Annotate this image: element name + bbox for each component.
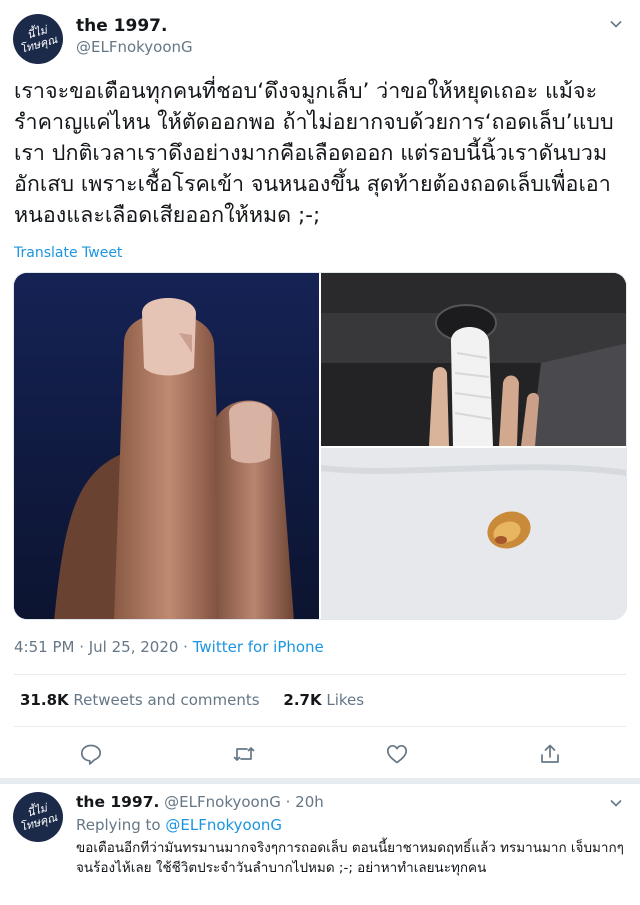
nail-photo-drawing bbox=[321, 448, 626, 619]
retweets-count: 31.8K bbox=[20, 691, 69, 709]
tweet-timestamp: 4:51 PM · Jul 25, 2020 · Twitter for iPh… bbox=[14, 638, 324, 656]
display-name[interactable]: the 1997. bbox=[76, 16, 167, 36]
likes-count: 2.7K bbox=[283, 691, 322, 709]
replying-to: Replying to @ELFnokyoonG bbox=[76, 816, 282, 834]
thumb-photo-drawing bbox=[14, 273, 319, 619]
like-icon[interactable] bbox=[385, 742, 409, 766]
likes-label: Likes bbox=[326, 691, 365, 709]
tweet-text: เราจะขอเตือนทุกคนที่ชอบ‘ดึงจมูกเล็บ’ ว่า… bbox=[14, 79, 614, 228]
avatar[interactable]: นี้ไม่ โทษคุณ bbox=[13, 14, 63, 64]
action-bar bbox=[0, 742, 640, 768]
reply-avatar[interactable]: นี้ไม่ โทษคุณ bbox=[13, 792, 63, 842]
reply-icon[interactable] bbox=[79, 742, 103, 766]
reply-text: ขอเตือนอีกทีว่ามันทรมานมากจริงๆการถอดเล็… bbox=[76, 840, 624, 876]
share-icon[interactable] bbox=[538, 742, 562, 766]
retweet-icon[interactable] bbox=[232, 742, 256, 766]
tweet-source-link[interactable]: Twitter for iPhone bbox=[193, 638, 324, 656]
bandage-photo-drawing bbox=[321, 273, 626, 446]
reply-handle[interactable]: @ELFnokyoonG bbox=[164, 793, 281, 811]
user-handle[interactable]: @ELFnokyoonG bbox=[76, 38, 193, 56]
timestamp-text[interactable]: 4:51 PM · Jul 25, 2020 · bbox=[14, 638, 193, 656]
reply-age[interactable]: · 20h bbox=[286, 793, 324, 811]
media-grid[interactable] bbox=[13, 272, 627, 620]
photo-removed-nail[interactable] bbox=[321, 448, 626, 619]
retweets-label: Retweets and comments bbox=[73, 691, 260, 709]
reply-header: the 1997. @ELFnokyoonG · 20h bbox=[76, 793, 324, 811]
retweets-stat[interactable]: 31.8K Retweets and comments bbox=[20, 691, 260, 709]
divider bbox=[14, 674, 626, 675]
translate-tweet-link[interactable]: Translate Tweet bbox=[14, 245, 122, 261]
replying-handle-link[interactable]: @ELFnokyoonG bbox=[165, 816, 282, 834]
engagement-stats: 31.8K Retweets and comments 2.7K Likes bbox=[20, 691, 364, 709]
replying-label: Replying to bbox=[76, 816, 161, 834]
likes-stat[interactable]: 2.7K Likes bbox=[283, 691, 364, 709]
chevron-down-icon[interactable] bbox=[610, 18, 622, 30]
thread-separator bbox=[0, 778, 640, 784]
chevron-down-icon[interactable] bbox=[610, 797, 622, 809]
photo-thumb-nail[interactable] bbox=[14, 273, 319, 619]
photo-bandaged-finger[interactable] bbox=[321, 273, 626, 446]
divider bbox=[14, 726, 626, 727]
reply-display-name[interactable]: the 1997. bbox=[76, 793, 159, 811]
